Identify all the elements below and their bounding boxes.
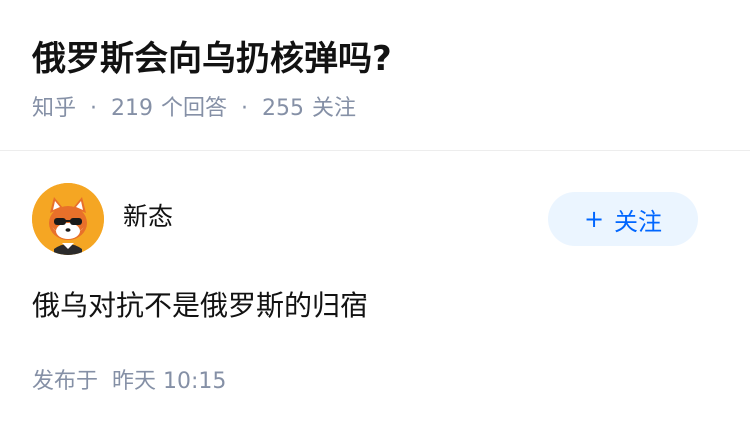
publish-label: 发布于 — [32, 369, 99, 394]
follow-button-label: 关注 — [614, 207, 663, 236]
publish-time: 昨天 10:15 — [112, 369, 227, 394]
answer-excerpt[interactable]: 俄乌对抗不是俄罗斯的归宿 — [32, 287, 368, 325]
follow-button[interactable]: + 关注 — [548, 192, 698, 246]
question-title[interactable]: 俄罗斯会向乌扔核弹吗? — [32, 34, 392, 84]
avatar[interactable] — [32, 183, 104, 255]
answer-count-label: 个回答 — [161, 96, 228, 121]
fox-avatar-icon — [32, 183, 104, 255]
meta-separator: · — [241, 96, 249, 121]
author-name[interactable]: 新态 — [123, 200, 173, 234]
author-row: 新态 + 关注 — [32, 182, 718, 256]
publish-info: 发布于 昨天 10:15 — [32, 366, 226, 398]
answer-count: 219 — [111, 96, 154, 121]
question-meta: 知乎 · 219 个回答 · 255 关注 — [32, 92, 356, 126]
question-header: 俄罗斯会向乌扔核弹吗? 知乎 · 219 个回答 · 255 关注 — [0, 0, 750, 151]
source-label[interactable]: 知乎 — [32, 96, 76, 121]
follower-count: 255 — [262, 96, 305, 121]
plus-icon: + — [583, 205, 605, 233]
follower-count-label: 关注 — [312, 96, 357, 121]
meta-separator: · — [90, 96, 98, 121]
